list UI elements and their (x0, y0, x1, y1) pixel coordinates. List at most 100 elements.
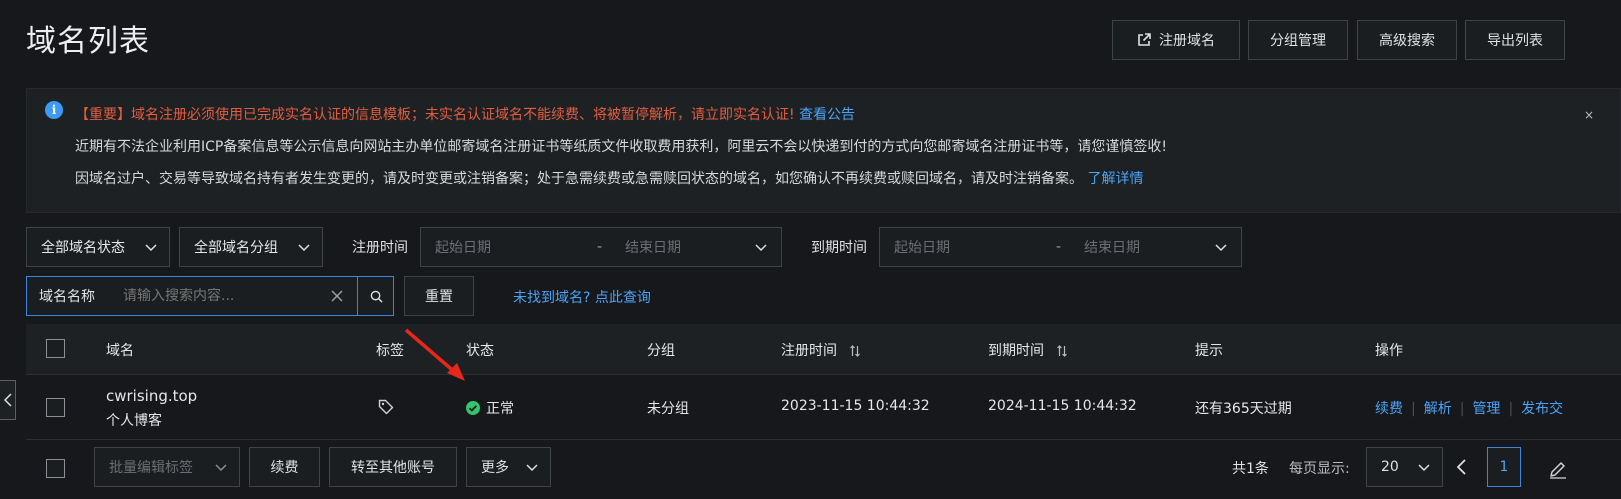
export-list-label: 导出列表 (1487, 33, 1543, 49)
row-actions: 续费 | 解析 | 管理 | 发布交 (1375, 398, 1563, 418)
page-1-button[interactable]: 1 (1487, 447, 1521, 487)
chevron-down-icon (298, 244, 310, 252)
view-announcement-link[interactable]: 查看公告 (799, 107, 855, 123)
reset-button[interactable]: 重置 (404, 276, 474, 316)
batch-edit-tag-select[interactable]: 批量编辑标签 (94, 447, 240, 487)
col-exp-time-label: 到期时间 (988, 343, 1044, 359)
reg-date-range[interactable]: 起始日期 - 结束日期 (420, 227, 782, 267)
col-status: 状态 (466, 343, 494, 359)
batch-renew-button[interactable]: 续费 (249, 447, 320, 487)
reset-label: 重置 (425, 289, 453, 305)
chevron-left-icon (1456, 459, 1466, 475)
select-all-checkbox[interactable] (46, 339, 65, 358)
exp-time-label: 到期时间 (811, 240, 867, 256)
notice-banner: i 【重要】域名注册必须使用已完成实名认证的信息模板；未实名认证域名不能续费、将… (26, 88, 1621, 213)
status-select[interactable]: 全部域名状态 (26, 227, 170, 267)
current-page-number: 1 (1499, 459, 1509, 475)
prev-page-button[interactable] (1451, 457, 1471, 477)
reg-end-date[interactable]: 结束日期 (625, 237, 681, 257)
col-reg-time-label: 注册时间 (781, 343, 837, 359)
status-badge: 正常 (466, 398, 514, 418)
exp-start-date[interactable]: 起始日期 (894, 237, 950, 257)
chevron-left-icon (3, 393, 12, 407)
exp-end-date[interactable]: 结束日期 (1084, 237, 1140, 257)
chevron-down-icon (1215, 244, 1227, 252)
edit-pencil-icon[interactable] (1548, 459, 1568, 479)
register-domain-label: 注册域名 (1159, 33, 1215, 49)
search-field-label[interactable]: 域名名称 (39, 286, 95, 306)
col-exp-time[interactable]: 到期时间 (988, 340, 1068, 360)
chevron-down-icon (755, 244, 767, 252)
domain-not-found-link[interactable]: 未找到域名? 点此查询 (513, 287, 651, 307)
info-icon: i (45, 101, 63, 119)
domain-remark: 个人博客 (106, 413, 162, 429)
reg-time-value: 2023-11-15 10:44:32 (781, 398, 930, 414)
status-text: 正常 (486, 401, 514, 417)
batch-renew-label: 续费 (270, 460, 299, 476)
action-separator: | (1411, 401, 1416, 417)
action-separator: | (1459, 401, 1465, 417)
exp-time-value: 2024-11-15 10:44:32 (988, 398, 1137, 414)
total-count: 共1条 (1232, 461, 1269, 477)
notice-line-warning: 近期有不法企业利用ICP备案信息等公示信息向网站主办单位邮寄域名注册证书等纸质文… (75, 139, 1167, 155)
reg-start-date[interactable]: 起始日期 (435, 237, 491, 257)
expiry-tip: 还有365天过期 (1195, 401, 1292, 417)
col-actions: 操作 (1375, 343, 1403, 359)
notice-filing-text: 因域名过户、交易等导致域名持有者发生变更的，请及时变更或注销备案；处于急需续费或… (75, 171, 1083, 187)
exp-date-range[interactable]: 起始日期 - 结束日期 (879, 227, 1242, 267)
row-checkbox[interactable] (46, 398, 65, 417)
group-value: 未分组 (647, 401, 689, 417)
search-icon (370, 290, 383, 303)
chevron-down-icon (1418, 464, 1430, 472)
notice-important-text: 【重要】域名注册必须使用已完成实名认证的信息模板；未实名认证域名不能续费、将被暂… (75, 107, 795, 123)
tag-icon[interactable] (378, 399, 394, 415)
group-manage-button[interactable]: 分组管理 (1248, 20, 1348, 60)
date-separator: - (1056, 239, 1062, 255)
register-domain-button[interactable]: 注册域名 (1112, 20, 1240, 60)
domain-list-page: 域名列表 注册域名 分组管理 高级搜索 导出列表 i 【重要】域名注册必须使用已… (0, 0, 1621, 499)
dns-resolve-link[interactable]: 解析 (1424, 401, 1452, 417)
sort-icon[interactable] (1056, 345, 1068, 357)
notice-line-important: 【重要】域名注册必须使用已完成实名认证的信息模板；未实名认证域名不能续费、将被暂… (75, 104, 855, 124)
action-separator: | (1508, 401, 1514, 417)
learn-more-link[interactable]: 了解详情 (1087, 171, 1143, 187)
group-select[interactable]: 全部域名分组 (179, 227, 323, 267)
manage-link[interactable]: 管理 (1472, 401, 1500, 417)
domain-name-link[interactable]: cwrising.top (106, 387, 197, 405)
page-title: 域名列表 (26, 24, 150, 59)
clear-icon[interactable] (331, 290, 343, 302)
annotation-arrow-icon (404, 328, 465, 381)
group-manage-label: 分组管理 (1270, 33, 1326, 49)
col-domain: 域名 (106, 343, 134, 359)
per-page-label: 每页显示: (1289, 461, 1350, 477)
close-icon[interactable]: × (1584, 108, 1594, 122)
more-dropdown[interactable]: 更多 (466, 447, 551, 487)
export-list-button[interactable]: 导出列表 (1465, 20, 1565, 60)
transfer-account-label: 转至其他账号 (351, 460, 435, 476)
renew-link[interactable]: 续费 (1375, 401, 1403, 417)
per-page-value: 20 (1381, 459, 1399, 475)
domain-search-group: 域名名称 (26, 276, 394, 316)
date-separator: - (597, 239, 603, 255)
notice-line-filing: 因域名过户、交易等导致域名持有者发生变更的，请及时变更或注销备案；处于急需续费或… (75, 168, 1143, 188)
advanced-search-button[interactable]: 高级搜索 (1357, 20, 1457, 60)
search-input[interactable] (123, 277, 353, 315)
chevron-down-icon (145, 244, 157, 252)
publish-link[interactable]: 发布交 (1521, 401, 1563, 417)
footer-select-all-checkbox[interactable] (46, 459, 65, 478)
domain-table: 域名 标签 状态 分组 注册时间 到期时间 提示 操作 cwrising.top… (26, 324, 1621, 440)
col-tip: 提示 (1195, 343, 1223, 359)
per-page-select[interactable]: 20 (1366, 447, 1443, 487)
search-button[interactable] (357, 276, 394, 316)
batch-edit-tag-label: 批量编辑标签 (109, 460, 193, 476)
table-header: 域名 标签 状态 分组 注册时间 到期时间 提示 操作 (26, 324, 1621, 375)
col-group: 分组 (647, 343, 675, 359)
chevron-down-icon (215, 464, 227, 472)
col-reg-time[interactable]: 注册时间 (781, 340, 861, 360)
reg-time-label: 注册时间 (352, 240, 408, 256)
transfer-account-button[interactable]: 转至其他账号 (329, 447, 457, 487)
external-link-icon (1138, 33, 1151, 46)
group-select-value: 全部域名分组 (194, 240, 278, 256)
sort-icon[interactable] (849, 345, 861, 357)
collapse-sidebar-button[interactable] (0, 380, 16, 420)
